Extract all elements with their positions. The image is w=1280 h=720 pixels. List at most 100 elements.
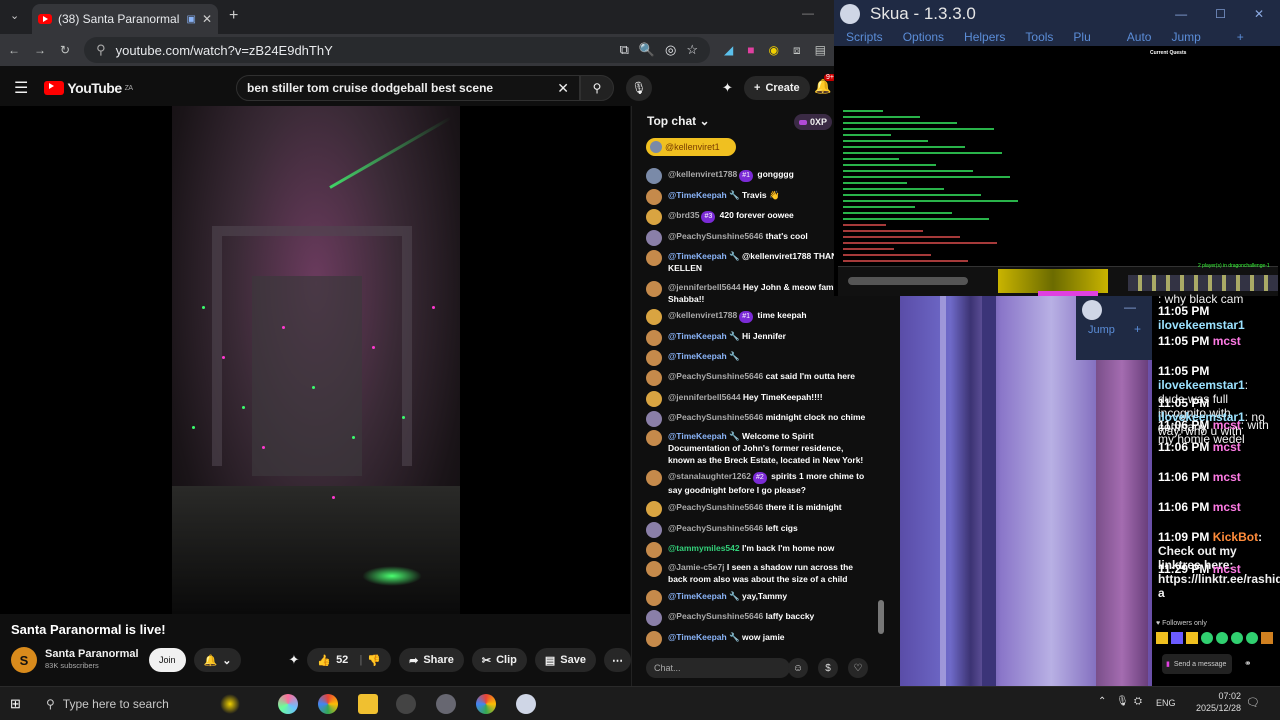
xp-badge[interactable]: 0XP xyxy=(794,114,833,130)
chat-username[interactable]: @TimeKeepah xyxy=(668,251,727,261)
skua-menu-jump[interactable]: Jump xyxy=(1171,30,1200,44)
side-chat-username[interactable]: mcst xyxy=(1213,440,1241,454)
forward-icon[interactable]: → xyxy=(34,43,46,57)
sidebar-icon[interactable]: ▤ xyxy=(815,43,826,57)
save-button[interactable]: ▤ Save xyxy=(534,648,596,672)
create-ai-icon[interactable]: ✦ xyxy=(722,80,733,96)
taskbar-clock[interactable]: 07:02 2025/12/28 xyxy=(1196,690,1241,714)
chat-message[interactable]: @PeachySunshine5646 there it is midnight xyxy=(646,501,866,517)
chat-username[interactable]: @kellenviret1788 xyxy=(668,310,737,320)
side-chat-message[interactable]: 11:06 PM mcst xyxy=(1158,500,1274,514)
windows-start-icon[interactable]: ⊞ xyxy=(10,696,21,712)
reload-icon[interactable]: ↻ xyxy=(60,43,70,57)
pinned-user-pill[interactable]: @kellenviret1 xyxy=(646,138,736,156)
game-menu-icons[interactable] xyxy=(1128,275,1278,291)
chat-username[interactable]: @PeachySunshine5646 xyxy=(668,231,763,241)
like-button[interactable]: 👍 52 | 👎 xyxy=(307,648,392,672)
chrome-icon[interactable] xyxy=(318,694,338,714)
chat-username[interactable]: @PeachySunshine5646 xyxy=(668,412,763,422)
copilot-icon[interactable] xyxy=(278,694,298,714)
chat-mode-dropdown[interactable]: Top chat ⌄ xyxy=(647,114,710,128)
super-chat-button[interactable]: $ xyxy=(818,658,838,678)
notifications-bell-icon[interactable]: 🔔 9+ xyxy=(814,74,836,95)
create-button[interactable]: + Create xyxy=(744,76,810,100)
chat-username[interactable]: @kellenviret1788 xyxy=(668,169,737,179)
language-indicator[interactable]: ENG xyxy=(1156,698,1176,708)
search-highlight-icon[interactable] xyxy=(220,694,240,714)
obs-icon[interactable] xyxy=(396,694,416,714)
chat-message[interactable]: @TimeKeepah 🔧 Welcome to Spirit Document… xyxy=(646,430,866,466)
chat-username[interactable]: @brd35 xyxy=(668,210,699,220)
mini-skua-window[interactable]: — Jump + xyxy=(1076,296,1152,360)
chat-username[interactable]: @TimeKeepah xyxy=(668,632,727,642)
chat-username[interactable]: @PeachySunshine5646 xyxy=(668,502,763,512)
share-users-icon[interactable]: ⚭ xyxy=(1244,658,1252,669)
new-tab-icon[interactable]: + xyxy=(229,7,238,25)
side-chat-username[interactable]: KickBot xyxy=(1213,530,1258,544)
chat-scrollbar[interactable] xyxy=(878,600,884,634)
hamburger-menu-icon[interactable]: ☰ xyxy=(14,78,28,98)
chat-username[interactable]: @PeachySunshine5646 xyxy=(668,523,763,533)
skua-add-icon[interactable]: + xyxy=(1237,30,1244,44)
extension-icon-3[interactable]: ◉ xyxy=(769,43,779,57)
chat-message[interactable]: @TimeKeepah 🔧 @kellenviret1788 THANK YOU… xyxy=(646,250,866,274)
chat-username[interactable]: @TimeKeepah xyxy=(668,190,727,200)
like-stream-button[interactable]: ♡ xyxy=(848,658,868,678)
chat-message[interactable]: @PeachySunshine5646 cat said I'm outta h… xyxy=(646,370,866,386)
chat-message[interactable]: @kellenviret1788 #1 time keepah xyxy=(646,309,866,325)
side-chat-username[interactable]: mcst xyxy=(1213,470,1241,484)
chat-message[interactable]: @TimeKeepah 🔧 yay,Tammy xyxy=(646,590,866,606)
back-icon[interactable]: ← xyxy=(8,43,20,57)
mini-plus-icon[interactable]: + xyxy=(1134,322,1141,336)
browser-tab[interactable]: (38) Santa Paranormal is live! ▣ ✕ xyxy=(32,4,218,34)
ask-ai-icon[interactable]: ✦ xyxy=(288,652,299,668)
emoji-button[interactable]: ☺ xyxy=(788,658,808,678)
chat-message[interactable]: @PeachySunshine5646 that's cool xyxy=(646,230,866,246)
chat-message[interactable]: @PeachySunshine5646 midnight clock no ch… xyxy=(646,411,866,427)
chat-username[interactable]: @TimeKeepah xyxy=(668,591,727,601)
zoom-icon[interactable]: 🔍 xyxy=(639,42,655,58)
chat-message[interactable]: @stanalaughter1262 #2 spirits 1 more chim… xyxy=(646,470,866,496)
channel-name[interactable]: Santa Paranormal xyxy=(45,648,141,660)
skua-taskbar-icon[interactable] xyxy=(516,694,536,714)
chat-username[interactable]: @jenniferbell5644 xyxy=(668,392,741,402)
notification-center-icon[interactable]: 🗨 xyxy=(1246,696,1260,709)
mini-minimize-icon[interactable]: — xyxy=(1124,300,1136,314)
skua-menu-plu[interactable]: Plu xyxy=(1073,30,1090,44)
skill-bar[interactable] xyxy=(998,269,1108,293)
clear-search-icon[interactable]: ✕ xyxy=(557,80,569,97)
chat-message[interactable]: @brd35 #3 420 forever oowee xyxy=(646,209,866,225)
share-button[interactable]: ➦ Share xyxy=(399,648,464,672)
chat-message[interactable]: @PeachySunshine5646 left cigs xyxy=(646,522,866,538)
thumbs-down-icon[interactable]: 👎 xyxy=(367,654,381,667)
address-bar[interactable]: ⚲ youtube.com/watch?v=zB24E9dhThY ⧉ 🔍 ◎ … xyxy=(84,37,711,63)
side-chat-username[interactable]: ilovekeemstar1 xyxy=(1158,378,1245,392)
chat-message[interactable]: @PeachySunshine5646 laffy baccky xyxy=(646,610,866,626)
skua-menu-auto[interactable]: Auto xyxy=(1127,30,1152,44)
chat-username[interactable]: @stanalaughter1262 xyxy=(668,471,751,481)
chat-message[interactable]: @TimeKeepah 🔧 wow jamie xyxy=(646,631,866,647)
chat-username[interactable]: @TimeKeepah xyxy=(668,331,727,341)
side-chat-message[interactable]: 11:06 PM mcst xyxy=(1158,470,1274,484)
emote-row[interactable] xyxy=(1156,632,1273,644)
close-tab-icon[interactable]: ✕ xyxy=(202,12,212,26)
tray-network-icon[interactable]: ⛭ xyxy=(1134,696,1142,707)
minimize-icon[interactable]: — xyxy=(802,6,814,20)
extension-icon-2[interactable]: ■ xyxy=(747,43,754,57)
channel-avatar[interactable]: S xyxy=(11,647,37,673)
install-icon[interactable]: ⧉ xyxy=(620,42,629,58)
search-button[interactable]: ⚲ xyxy=(580,75,614,101)
skua-menu-options[interactable]: Options xyxy=(903,30,944,44)
side-chat-username[interactable]: ilovekeemstar1 xyxy=(1158,318,1245,332)
chat-message[interactable]: @Jamie-c5e7j I seen a shadow run across … xyxy=(646,561,866,585)
search-input[interactable]: ben stiller tom cruise dodgeball best sc… xyxy=(236,75,580,101)
site-info-icon[interactable]: ⚲ xyxy=(96,42,106,58)
skua-maximize-icon[interactable]: ☐ xyxy=(1215,7,1226,21)
tab-list-icon[interactable]: ⌄ xyxy=(10,9,19,22)
chat-message[interactable]: @TimeKeepah 🔧 Hi Jennifer xyxy=(646,330,866,346)
skua-menu-tools[interactable]: Tools xyxy=(1025,30,1053,44)
tray-overflow-icon[interactable]: ⌃ xyxy=(1098,696,1106,707)
extension-icon-1[interactable]: ◢ xyxy=(724,43,733,57)
chat-message[interactable]: @jenniferbell5644 Hey TimeKeepah!!!! xyxy=(646,391,866,407)
chat-username[interactable]: @PeachySunshine5646 xyxy=(668,371,763,381)
